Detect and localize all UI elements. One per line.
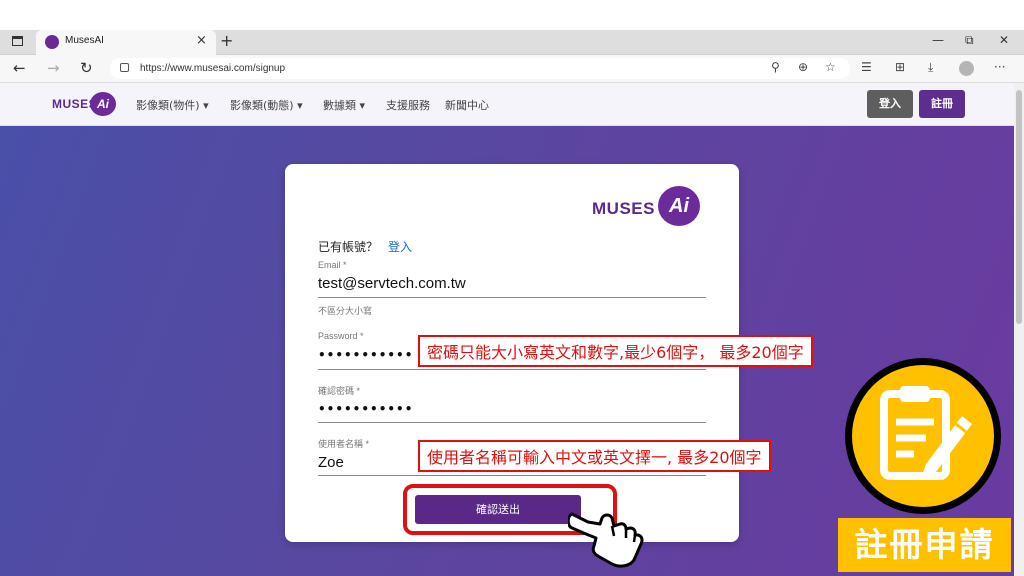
confirm-password-label: 確認密碼 *	[318, 386, 361, 396]
menu-news[interactable]: 新聞中心	[445, 97, 489, 113]
email-label: Email *	[318, 260, 347, 270]
password-underline	[318, 369, 706, 370]
menu-support[interactable]: 支援服務	[386, 97, 430, 113]
favorites-list-icon[interactable]: ☰	[861, 60, 872, 74]
profile-avatar[interactable]	[959, 61, 974, 76]
menu-image-object[interactable]: 影像類(物件) ▾	[136, 97, 209, 113]
tab-actions-icon[interactable]	[12, 36, 23, 46]
site-logo-ai[interactable]: Ai	[90, 92, 116, 116]
favorite-icon[interactable]: ☆	[825, 60, 836, 74]
site-favicon-icon	[45, 35, 59, 49]
forward-icon[interactable]: →	[47, 59, 60, 77]
menu-data[interactable]: 數據類 ▾	[323, 97, 365, 113]
username-field[interactable]: Zoe	[318, 454, 344, 471]
more-icon[interactable]: ···	[994, 60, 1005, 74]
new-tab-icon[interactable]: +	[220, 31, 233, 50]
login-link[interactable]: 登入	[388, 238, 412, 255]
scrollbar-thumb[interactable]	[1016, 90, 1022, 324]
tab-title: MusesAI	[65, 35, 104, 46]
username-underline	[318, 475, 706, 476]
key-icon[interactable]: ⚲	[771, 60, 780, 74]
clipboard-edit-icon	[880, 386, 972, 480]
back-icon[interactable]: ←	[13, 59, 26, 77]
password-field[interactable]: •••••••••••	[318, 348, 413, 362]
email-field[interactable]: test@servtech.com.tw	[318, 275, 466, 292]
collections-icon[interactable]: ⊞	[895, 60, 905, 74]
card-logo-text: MUSES	[592, 199, 655, 218]
have-account-text: 已有帳號？	[318, 240, 379, 254]
downloads-icon[interactable]: ⤓	[928, 60, 933, 75]
zoom-icon[interactable]: ⊕	[798, 60, 808, 74]
username-label: 使用者名稱 *	[318, 439, 370, 449]
password-rule-callout: 密碼只能大小寫英文和數字,最少6個字， 最多20個字	[418, 335, 813, 367]
email-underline	[318, 297, 706, 298]
username-rule-callout: 使用者名稱可輸入中文或英文擇一, 最多20個字	[418, 440, 771, 472]
email-hint: 不區分大小寫	[318, 307, 373, 317]
window-close-icon[interactable]: ✕	[999, 33, 1009, 47]
password-label: Password *	[318, 331, 364, 341]
browser-tab[interactable]	[36, 30, 216, 55]
tab-close-icon[interactable]: ×	[196, 33, 207, 48]
restore-icon[interactable]: ⧉	[965, 33, 974, 48]
url-text[interactable]: https://www.musesai.com/signup	[140, 63, 285, 74]
minimize-icon[interactable]: —	[932, 33, 944, 47]
header-register-button[interactable]: 註冊	[919, 90, 965, 118]
badge-label: 註冊申請	[838, 518, 1011, 572]
pointing-hand-icon	[568, 512, 644, 568]
confirm-password-underline	[318, 422, 706, 423]
reload-icon[interactable]: ↻	[80, 59, 93, 77]
site-info-icon[interactable]	[120, 63, 129, 72]
header-login-button[interactable]: 登入	[867, 90, 913, 118]
confirm-password-field[interactable]: •••••••••••	[318, 402, 413, 416]
screenshot-root: MusesAI × + — ⧉ ✕ ← → ↻ https://www.muse…	[0, 0, 1024, 576]
card-logo-ai: Ai	[658, 186, 700, 226]
menu-image-dynamic[interactable]: 影像類(動態) ▾	[230, 97, 303, 113]
